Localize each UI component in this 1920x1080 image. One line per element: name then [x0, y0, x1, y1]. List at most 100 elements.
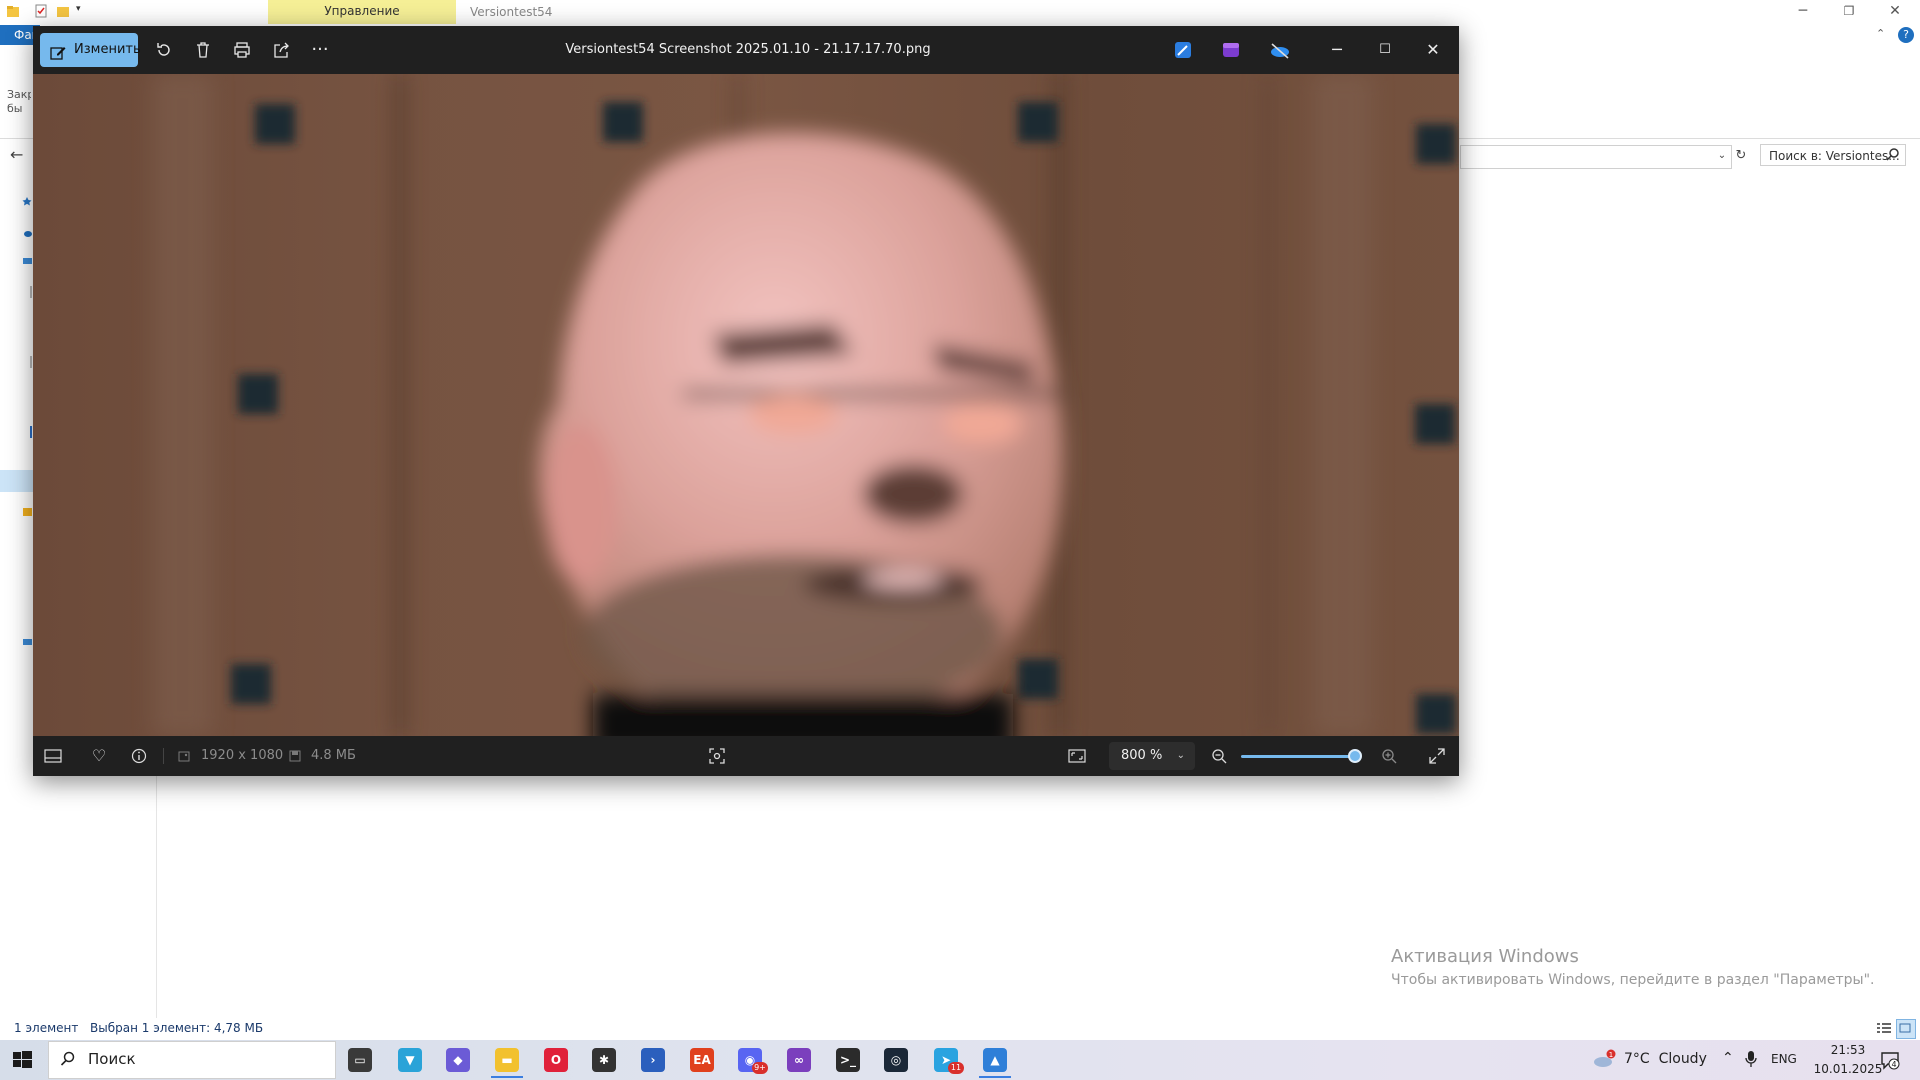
ribbon-close-label[interactable]: Закр бы	[7, 88, 31, 116]
onedrive-icon[interactable]	[22, 226, 32, 238]
chevron-down-icon: ⌄	[1176, 750, 1185, 761]
ea-app-icon: EA	[690, 1048, 714, 1072]
opera-icon: O	[544, 1048, 568, 1072]
zoom-out-icon[interactable]	[1205, 742, 1233, 770]
visual-studio-icon: ∞	[787, 1048, 811, 1072]
explorer-window-title: Versiontest54	[470, 5, 553, 19]
edit-icon	[50, 41, 66, 60]
explorer-restore-button[interactable]: ❐	[1826, 0, 1872, 24]
taskbar-app-visual-studio[interactable]: ∞	[777, 1042, 821, 1078]
more-icon[interactable]: ···	[305, 35, 335, 65]
file-explorer-icon: ▬	[495, 1048, 519, 1072]
weather-cloud-icon[interactable]: 1	[1592, 1049, 1616, 1069]
status-selection-info: Выбран 1 элемент: 4,78 МБ	[90, 1021, 264, 1035]
large-icons-view-icon[interactable]	[1896, 1019, 1916, 1039]
microphone-icon[interactable]	[1744, 1050, 1758, 1068]
address-field[interactable]	[1460, 145, 1732, 169]
taskbar-app-powershell[interactable]: ›	[631, 1042, 675, 1078]
refresh-icon[interactable]: ↻	[1732, 145, 1750, 167]
details-view-icon[interactable]	[1876, 1020, 1892, 1036]
folder-icon[interactable]	[6, 4, 20, 18]
full-screen-icon[interactable]	[1423, 742, 1451, 770]
explorer-minimize-button[interactable]: ─	[1780, 0, 1826, 24]
status-item-count: 1 элемент	[14, 1021, 79, 1035]
weather-alert-count: 1	[1609, 1051, 1613, 1059]
taskbar-app-opera[interactable]: O	[534, 1042, 578, 1078]
taskbar-app-clapper[interactable]: ✱	[582, 1042, 626, 1078]
visual-search-icon[interactable]	[703, 742, 731, 770]
explorer-titlebar: ▾ Управление Versiontest54 ─ ❐ ✕	[0, 0, 1920, 25]
zoom-slider-track[interactable]	[1241, 755, 1361, 758]
network-icon[interactable]	[22, 636, 32, 648]
search-icon[interactable]	[1886, 147, 1900, 161]
input-language[interactable]: ENG	[1771, 1052, 1797, 1066]
taskbar-badge: 11	[948, 1062, 964, 1074]
show-hidden-icons-chevron-icon[interactable]: ⌃	[1722, 1050, 1736, 1066]
zoom-in-icon[interactable]	[1375, 742, 1403, 770]
favorite-heart-icon[interactable]: ♡	[85, 742, 113, 770]
photos-window-title: Versiontest54 Screenshot 2025.01.10 - 21…	[565, 42, 931, 57]
edit-button[interactable]: Изменить	[40, 33, 141, 67]
delete-icon[interactable]	[188, 35, 218, 65]
customize-qat-chevron-icon[interactable]: ▾	[76, 4, 90, 18]
taskbar-app-ea-app[interactable]: EA	[680, 1042, 724, 1078]
ribbon-tab-manage[interactable]: Управление	[268, 0, 456, 25]
notifications-icon[interactable]: 4	[1880, 1050, 1900, 1070]
taskbar-app-discord-style[interactable]: ◉ 9+	[728, 1042, 772, 1078]
nav-item-icon[interactable]	[22, 356, 32, 368]
taskbar-search-label: Поиск	[88, 1050, 136, 1068]
zoom-level-dropdown[interactable]: 800 % ⌄	[1109, 742, 1195, 770]
taskbar-app-photos[interactable]: ▲	[973, 1042, 1017, 1078]
designer-icon[interactable]	[1174, 41, 1192, 59]
onedrive-sync-icon[interactable]	[1269, 41, 1291, 59]
search-icon	[60, 1051, 76, 1067]
taskbar-app-steam[interactable]: ◎	[874, 1042, 918, 1078]
nav-item-icon[interactable]	[22, 426, 32, 438]
taskbar-app-copilot[interactable]: ◆	[436, 1042, 480, 1078]
this-pc-icon[interactable]	[22, 256, 32, 268]
nav-selected-item[interactable]	[0, 470, 36, 492]
clock-date[interactable]: 10.01.2025	[1806, 1062, 1890, 1076]
taskbar-app-task-view[interactable]: ▭	[338, 1042, 382, 1078]
rotate-icon[interactable]	[149, 35, 179, 65]
active-app-indicator	[491, 1076, 523, 1078]
weather-text[interactable]: 7°C Cloudy	[1624, 1051, 1707, 1067]
explorer-close-button[interactable]: ✕	[1872, 0, 1918, 24]
help-icon[interactable]: ?	[1898, 27, 1914, 43]
nav-item-icon[interactable]	[22, 286, 32, 298]
photos-minimize-button[interactable]: ─	[1313, 26, 1361, 74]
nav-folder-icon[interactable]	[22, 506, 32, 518]
print-icon[interactable]	[227, 35, 257, 65]
properties-icon[interactable]	[34, 4, 48, 18]
share-icon[interactable]	[266, 35, 296, 65]
start-button[interactable]	[10, 1048, 34, 1072]
taskbar-app-telegram[interactable]: ➤ 11	[924, 1042, 968, 1078]
fit-to-window-icon[interactable]	[1063, 742, 1091, 770]
explorer-search-input[interactable]: Поиск в: Versiontes...	[1760, 144, 1906, 166]
file-info-icon[interactable]	[125, 742, 153, 770]
photos-maximize-button[interactable]: ☐	[1361, 26, 1409, 74]
clock-time[interactable]: 21:53	[1818, 1043, 1878, 1057]
photo-canvas[interactable]	[33, 74, 1459, 736]
terminal-icon: >_	[836, 1048, 860, 1072]
file-size-icon	[288, 749, 302, 763]
bottom-bar-divider	[163, 748, 164, 764]
taskbar-app-file-explorer[interactable]: ▬	[485, 1042, 529, 1078]
address-dropdown-icon[interactable]: ⌄	[1714, 146, 1730, 166]
taskbar-app-vpn-shield[interactable]: ▼	[388, 1042, 432, 1078]
new-folder-icon[interactable]	[56, 4, 70, 18]
photos-close-button[interactable]: ✕	[1409, 26, 1457, 74]
task-view-icon: ▭	[348, 1048, 372, 1072]
taskbar-app-terminal[interactable]: >_	[826, 1042, 870, 1078]
photos-viewer-window: Изменить ··· Versiontest54 Screenshot 20…	[33, 26, 1459, 776]
edit-button-label: Изменить	[74, 42, 141, 57]
collapse-ribbon-icon[interactable]: ⌃	[1876, 27, 1885, 40]
filmstrip-icon[interactable]	[39, 742, 67, 770]
clipchamp-icon[interactable]	[1222, 41, 1240, 59]
steam-icon: ◎	[884, 1048, 908, 1072]
zoom-slider-thumb[interactable]	[1348, 749, 1362, 763]
back-arrow-icon[interactable]: ←	[10, 146, 30, 164]
image-file-size: 4.8 МБ	[311, 748, 356, 763]
photos-toolbar: Изменить ··· Versiontest54 Screenshot 20…	[33, 26, 1459, 74]
quick-access-icon[interactable]	[22, 196, 32, 208]
